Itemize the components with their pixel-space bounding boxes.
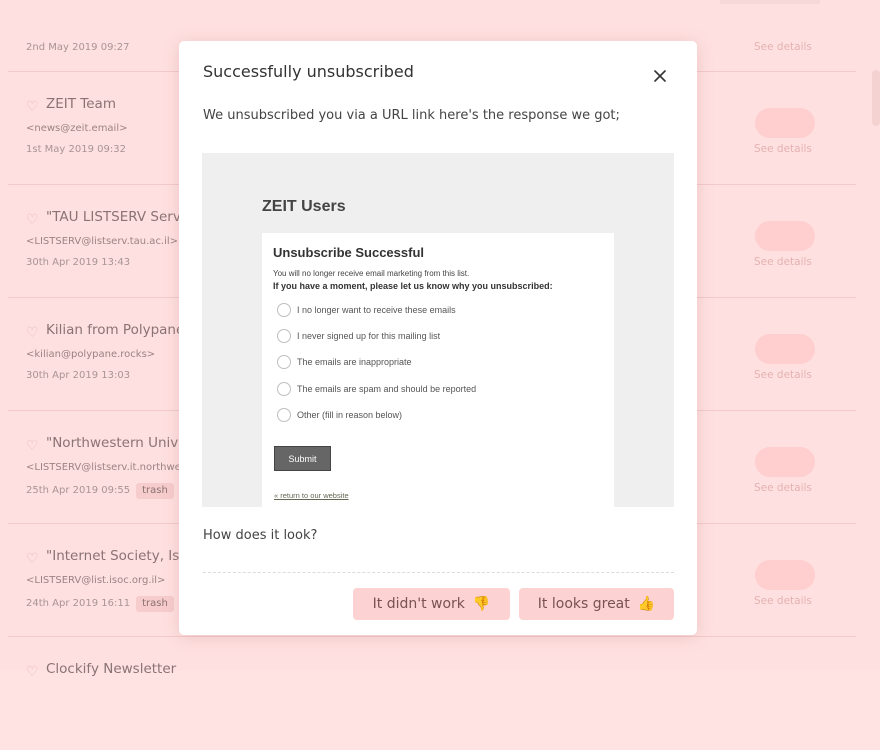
sender-name: "TAU LISTSERV Serv (46, 209, 181, 225)
heart-icon[interactable]: ♡ (26, 99, 39, 115)
subscription-toggle[interactable] (755, 108, 815, 138)
radio-button[interactable] (277, 382, 291, 396)
preview-question: If you have a moment, please let us know… (273, 281, 553, 291)
received-date: 2nd May 2019 09:27 (26, 42, 130, 53)
see-details-link[interactable]: See details (754, 482, 812, 494)
see-details-link[interactable]: See details (754, 256, 812, 268)
response-preview-frame[interactable]: ZEIT Users Unsubscribe Successful You wi… (202, 153, 674, 507)
didnt-work-label: It didn't work (372, 596, 465, 612)
sender-address: <LISTSERV@listserv.it.northwe (26, 462, 181, 473)
reason-label: The emails are spam and should be report… (297, 384, 477, 394)
see-details-link[interactable]: See details (754, 41, 812, 53)
sender-address: <kilian@polypane.rocks> (26, 349, 156, 360)
modal-intro-text: We unsubscribed you via a URL link here'… (203, 108, 620, 123)
heart-icon[interactable]: ♡ (26, 325, 39, 341)
preview-list-name: ZEIT Users (262, 198, 346, 215)
trash-tag[interactable]: trash (136, 596, 174, 612)
reason-option[interactable]: I no longer want to receive these emails (277, 302, 456, 318)
see-details-link[interactable]: See details (754, 595, 812, 607)
received-date-with-tag: 24th Apr 2019 16:11 trash (26, 596, 174, 612)
sender-name: "Internet Society, Isra (46, 548, 194, 564)
thumbs-down-icon: 👎 (472, 596, 491, 612)
received-date: 30th Apr 2019 13:03 (26, 370, 131, 381)
reason-label: I never signed up for this mailing list (297, 331, 441, 341)
list-item[interactable]: ♡ Clockify Newsletter (0, 637, 880, 750)
see-details-link[interactable]: See details (754, 369, 812, 381)
sender-address: <LISTSERV@list.isoc.org.il> (26, 575, 166, 586)
modal-title: Successfully unsubscribed (203, 62, 414, 81)
reason-label: The emails are inappropriate (297, 357, 412, 367)
looks-great-label: It looks great (537, 596, 630, 612)
return-to-website-link[interactable]: « return to our website (274, 491, 349, 500)
reason-option[interactable]: I never signed up for this mailing list (277, 328, 440, 344)
preview-card: Unsubscribe Successful You will no longe… (262, 233, 614, 507)
received-date-with-tag: 25th Apr 2019 09:55 trash (26, 483, 174, 499)
trash-tag[interactable]: trash (136, 483, 174, 499)
heart-icon[interactable]: ♡ (26, 664, 39, 680)
reason-label: I no longer want to receive these emails (297, 305, 456, 315)
heart-icon[interactable]: ♡ (26, 212, 39, 228)
sender-name: ZEIT Team (46, 96, 116, 112)
radio-button[interactable] (277, 303, 291, 317)
heart-icon[interactable]: ♡ (26, 551, 39, 567)
sender-name: Clockify Newsletter (46, 661, 177, 677)
preview-message: You will no longer receive email marketi… (273, 269, 470, 278)
reason-option[interactable]: Other (fill in reason below) (277, 407, 402, 423)
radio-button[interactable] (277, 355, 291, 369)
radio-button[interactable] (277, 408, 291, 422)
subscription-toggle[interactable] (755, 221, 815, 251)
received-date: 1st May 2019 09:32 (26, 144, 126, 155)
sender-name: "Northwestern Unive (46, 435, 187, 451)
sender-address: <LISTSERV@listserv.tau.ac.il> (26, 236, 179, 247)
subscription-toggle[interactable] (755, 560, 815, 590)
radio-button[interactable] (277, 329, 291, 343)
preview-submit-button[interactable]: Submit (274, 446, 331, 471)
modal-divider (203, 572, 674, 573)
close-icon[interactable] (647, 63, 673, 89)
subscription-toggle[interactable] (755, 447, 815, 477)
preview-card-title: Unsubscribe Successful (273, 245, 424, 260)
sender-address: <news@zeit.email> (26, 123, 128, 134)
reason-option[interactable]: The emails are inappropriate (277, 354, 412, 370)
heart-icon[interactable]: ♡ (26, 438, 39, 454)
looks-great-button[interactable]: It looks great 👍 (519, 588, 674, 620)
received-date: 24th Apr 2019 16:11 (26, 598, 131, 609)
see-details-link[interactable]: See details (754, 143, 812, 155)
received-date: 30th Apr 2019 13:43 (26, 257, 131, 268)
subscription-toggle[interactable] (755, 334, 815, 364)
sender-name: Kilian from Polypane (46, 322, 185, 338)
reason-label: Other (fill in reason below) (297, 410, 403, 420)
close-button[interactable] (647, 63, 673, 89)
received-date: 25th Apr 2019 09:55 (26, 485, 131, 496)
feedback-question: How does it look? (203, 528, 318, 543)
unsubscribe-result-modal: Successfully unsubscribed We unsubscribe… (179, 41, 697, 635)
thumbs-up-icon: 👍 (637, 596, 656, 612)
reason-option[interactable]: The emails are spam and should be report… (277, 381, 476, 397)
didnt-work-button[interactable]: It didn't work 👎 (353, 588, 510, 620)
